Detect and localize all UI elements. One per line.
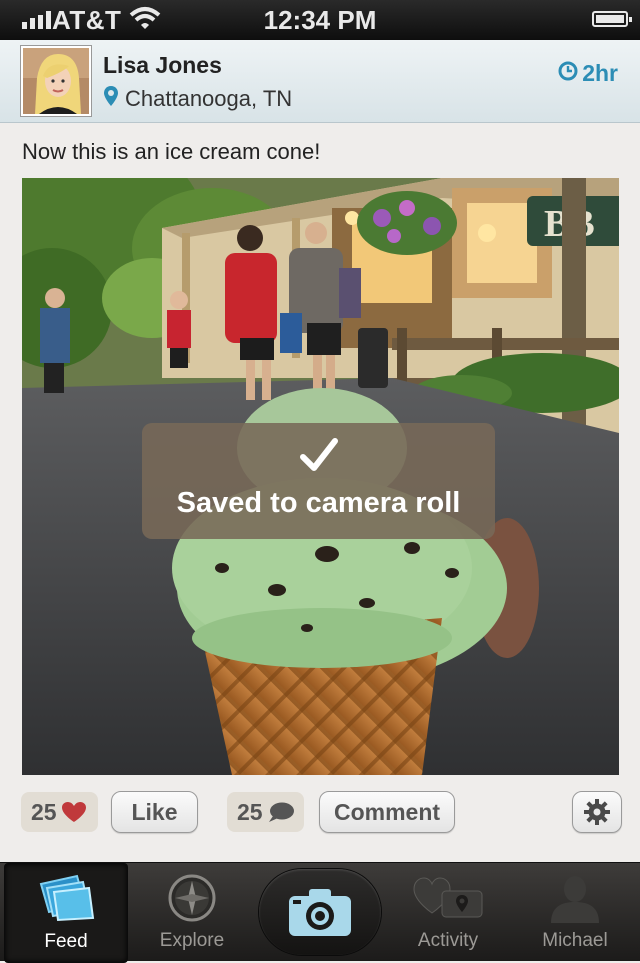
camera-button[interactable] — [259, 869, 381, 955]
post-header: Lisa Jones Chattanooga, TN 2hr — [0, 40, 640, 123]
tab-feed[interactable]: Feed — [4, 863, 128, 963]
battery-icon — [592, 11, 632, 27]
compass-icon — [130, 873, 254, 923]
time-ago: 2hr — [582, 60, 618, 86]
tab-profile[interactable]: Michael — [514, 863, 636, 961]
likes-count-badge[interactable]: 25 — [21, 792, 98, 832]
tab-activity[interactable]: Activity — [386, 863, 510, 961]
saved-toast: Saved to camera roll — [142, 423, 495, 539]
status-bar: AT&T 12:34 PM — [0, 0, 640, 40]
clock-icon — [558, 60, 578, 87]
tab-label-profile: Michael — [542, 930, 608, 951]
location[interactable]: Chattanooga, TN — [103, 85, 292, 113]
tab-explore[interactable]: Explore — [130, 863, 254, 961]
location-label: Chattanooga, TN — [125, 86, 293, 111]
comment-button[interactable]: Comment — [319, 791, 455, 833]
camera-icon — [287, 886, 353, 943]
comments-count-badge[interactable]: 25 — [227, 792, 304, 832]
tab-label-explore: Explore — [159, 930, 225, 951]
settings-button[interactable] — [572, 791, 622, 833]
post-time: 2hr — [558, 60, 618, 87]
activity-icon — [386, 873, 510, 923]
like-button[interactable]: Like — [111, 791, 198, 833]
toast-message: Saved to camera roll — [176, 487, 461, 519]
feed-icon — [5, 874, 127, 922]
tab-label-activity: Activity — [417, 930, 479, 951]
username[interactable]: Lisa Jones — [103, 52, 222, 79]
tab-label-feed: Feed — [44, 931, 88, 952]
avatar[interactable] — [21, 46, 91, 116]
comments-count: 25 — [237, 798, 263, 825]
speech-bubble-icon — [267, 801, 295, 823]
status-clock: 12:34 PM — [263, 5, 377, 35]
heart-icon — [61, 801, 87, 823]
gear-icon — [583, 798, 611, 826]
likes-count: 25 — [31, 798, 57, 825]
profile-icon — [514, 873, 636, 923]
post-caption: Now this is an ice cream cone! — [22, 139, 321, 164]
map-pin-icon — [103, 85, 119, 113]
checkmark-icon — [142, 437, 495, 478]
